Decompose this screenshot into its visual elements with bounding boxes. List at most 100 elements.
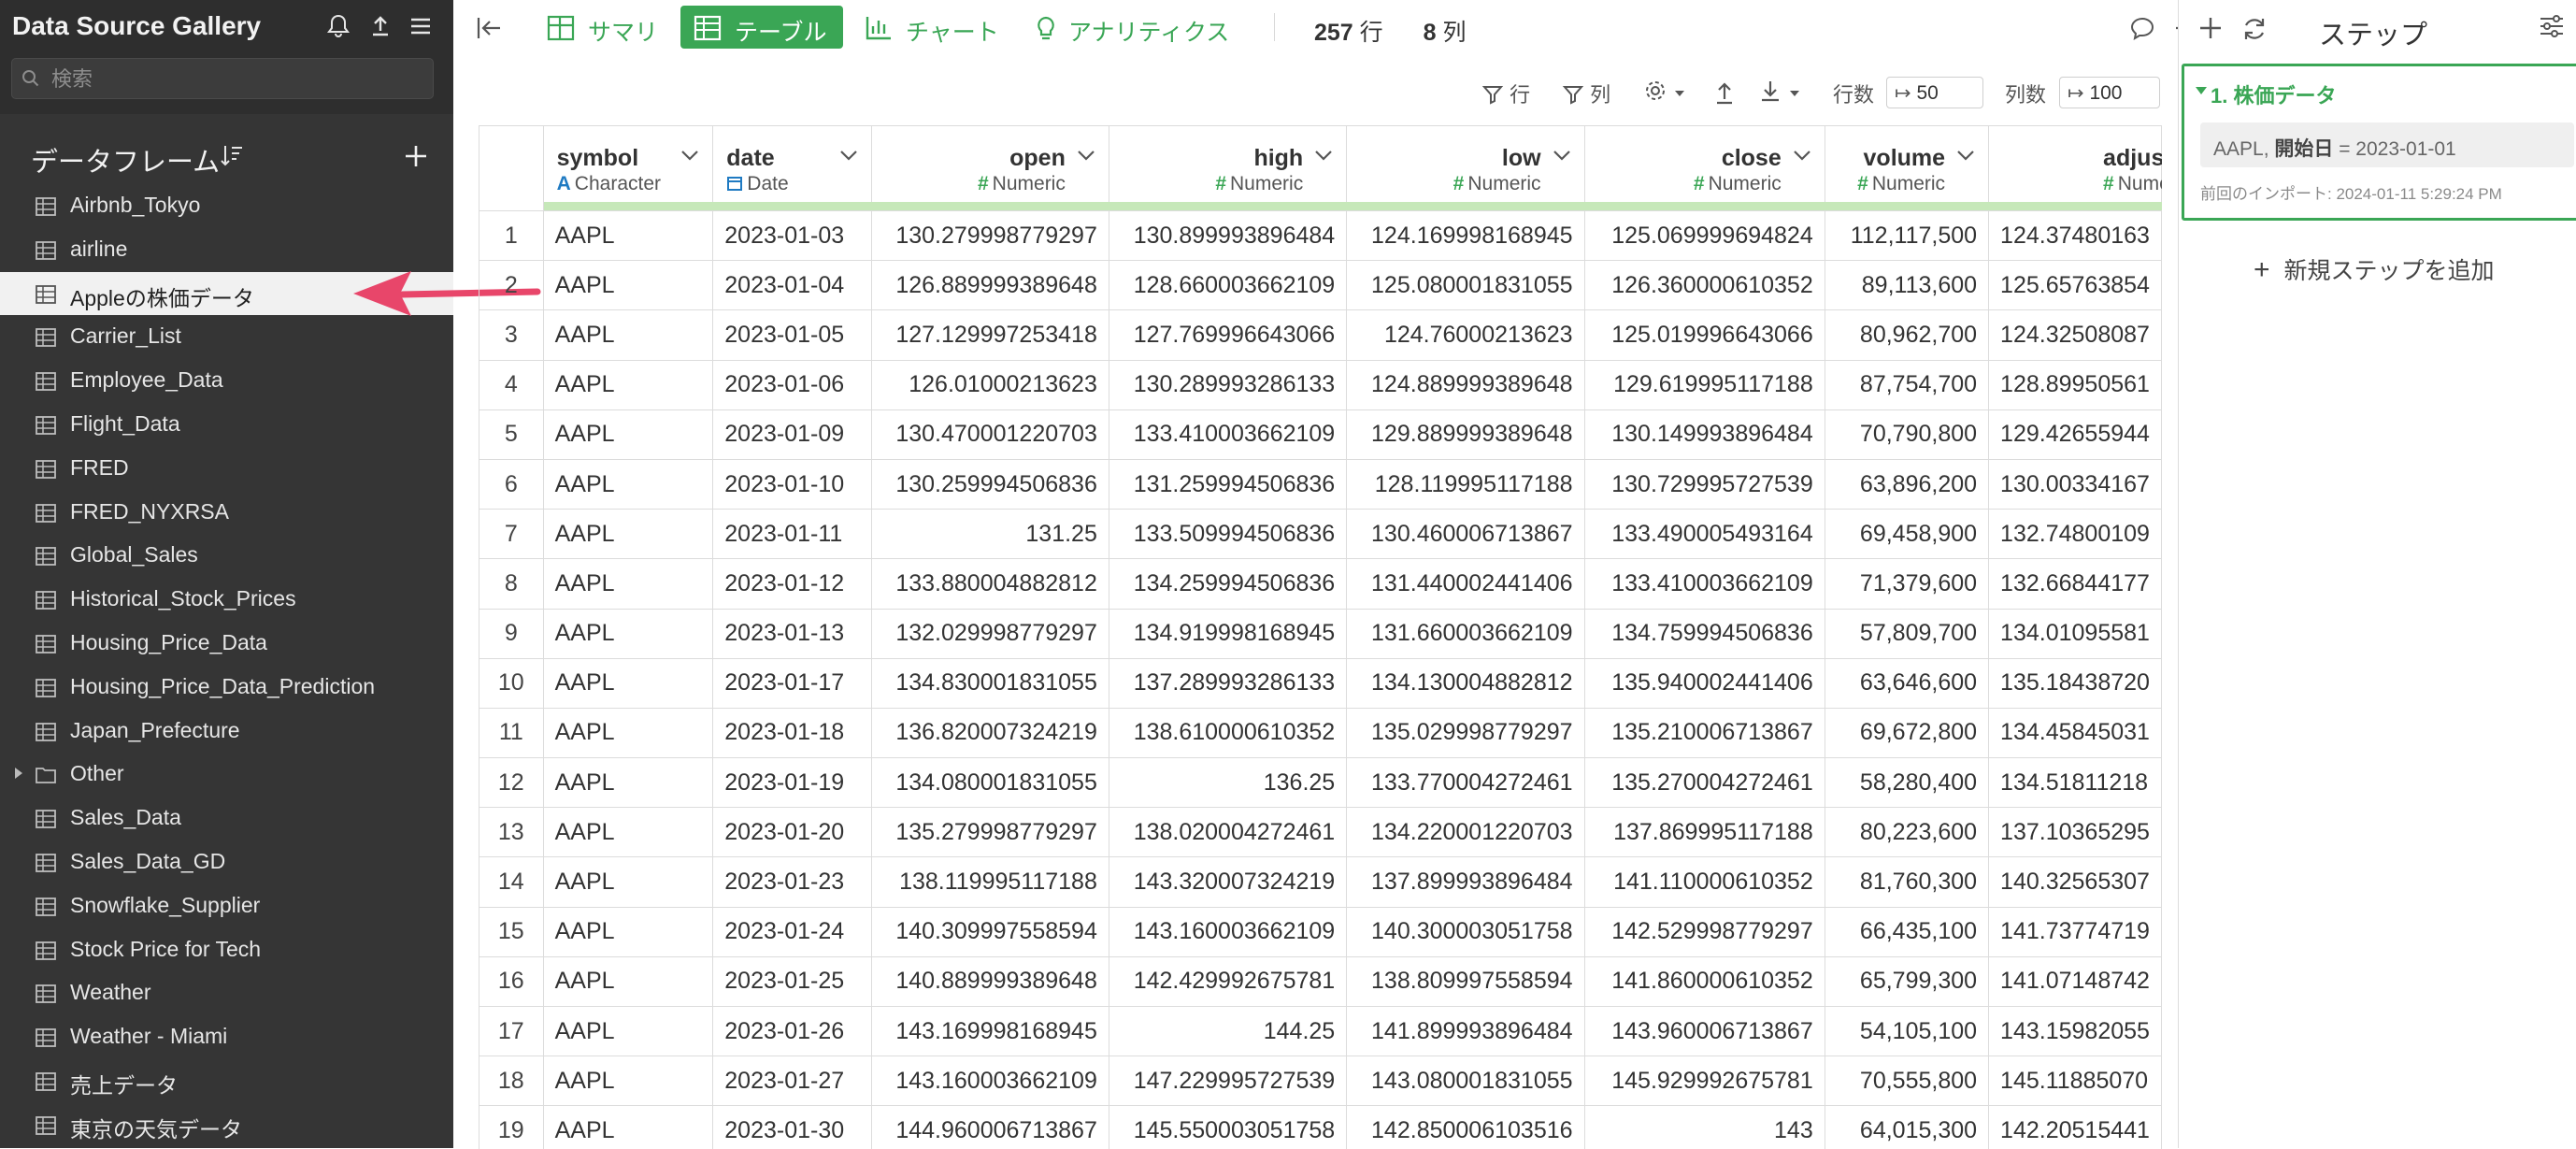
settings-button[interactable]: [1643, 79, 1686, 104]
table-row[interactable]: 12 AAPL 2023-01-19 134.080001831055 136.25 13…: [479, 757, 2162, 809]
table-cell[interactable]: 137.899993896484: [1346, 856, 1585, 908]
refresh-icon[interactable]: [2240, 15, 2268, 43]
table-cell[interactable]: 129.889999389648: [1346, 409, 1585, 460]
add-step-button[interactable]: + 新規ステップを追加: [2254, 252, 2495, 286]
table-cell[interactable]: 134.220001220703: [1346, 807, 1585, 858]
table-cell[interactable]: 134.259994506836: [1109, 558, 1348, 610]
table-cell[interactable]: 131.259994506836: [1109, 459, 1348, 510]
table-cell[interactable]: 2023-01-10: [712, 459, 872, 510]
collapse-caret-icon[interactable]: [2196, 87, 2207, 94]
table-cell[interactable]: AAPL: [543, 260, 714, 311]
table-cell[interactable]: 135.18438720: [1988, 658, 2162, 709]
table-cell[interactable]: 142.529998779297: [1584, 907, 1825, 957]
table-row[interactable]: 2 AAPL 2023-01-04 126.889999389648 128.66000…: [479, 260, 2162, 311]
table-cell[interactable]: 141.07148742: [1988, 956, 2162, 1008]
comment-icon[interactable]: [2129, 15, 2155, 41]
table-cell[interactable]: 2023-01-18: [712, 708, 872, 759]
table-cell[interactable]: 2023-01-13: [712, 609, 872, 659]
table-cell[interactable]: 141.899993896484: [1346, 1006, 1585, 1057]
sidebar-item[interactable]: 売上データ: [0, 1059, 453, 1103]
table-cell[interactable]: 143.160003662109: [1109, 907, 1348, 957]
table-cell[interactable]: 128.119995117188: [1346, 459, 1585, 510]
column-header[interactable]: low # Numeric: [1346, 126, 1585, 211]
row-filter-button[interactable]: 行: [1481, 79, 1530, 108]
table-cell[interactable]: 147.229995727539: [1109, 1056, 1348, 1107]
table-cell[interactable]: 2023-01-09: [712, 409, 872, 460]
sidebar-item[interactable]: Employee_Data: [0, 359, 453, 403]
sidebar-item[interactable]: 東京の天気データ: [0, 1103, 453, 1147]
sort-icon[interactable]: [219, 142, 245, 168]
table-cell[interactable]: 57,809,700: [1825, 609, 1990, 659]
sidebar-item[interactable]: FRED: [0, 447, 453, 491]
table-cell[interactable]: 133.880004882812: [871, 558, 1109, 610]
table-cell[interactable]: 128.660003662109: [1109, 260, 1348, 311]
rows-limit-input[interactable]: ↦ 50: [1886, 77, 1983, 108]
table-cell[interactable]: 130.899993896484: [1109, 210, 1348, 262]
tab-table[interactable]: テーブル: [680, 6, 843, 49]
table-cell[interactable]: 140.309997558594: [871, 907, 1109, 957]
table-cell[interactable]: 2023-01-23: [712, 856, 872, 908]
column-header[interactable]: high # Numeric: [1109, 126, 1348, 211]
table-cell[interactable]: 65,799,300: [1825, 956, 1990, 1008]
table-cell[interactable]: 130.289993286133: [1109, 360, 1348, 410]
table-cell[interactable]: 2023-01-11: [712, 509, 872, 560]
table-cell[interactable]: 132.66844177: [1988, 558, 2162, 610]
sidebar-item[interactable]: Weather: [0, 971, 453, 1015]
table-cell[interactable]: AAPL: [543, 609, 714, 659]
table-cell[interactable]: AAPL: [543, 1105, 714, 1149]
table-cell[interactable]: AAPL: [543, 658, 714, 709]
table-cell[interactable]: 126.01000213623: [871, 360, 1109, 410]
table-row[interactable]: 10 AAPL 2023-01-17 134.830001831055 137.2899…: [479, 658, 2162, 709]
chevron-down-icon[interactable]: [1956, 149, 1975, 162]
sidebar-item[interactable]: Japan_Prefecture: [0, 710, 453, 754]
table-cell[interactable]: 112,117,500: [1825, 210, 1990, 262]
table-cell[interactable]: 135.270004272461: [1584, 757, 1825, 809]
table-cell[interactable]: 58,280,400: [1825, 757, 1990, 809]
table-cell[interactable]: 124.32508087: [1988, 309, 2162, 361]
collapse-sidebar-icon[interactable]: [476, 15, 504, 41]
step-detail[interactable]: AAPL, 開始日 = 2023-01-01: [2200, 122, 2574, 167]
menu-icon[interactable]: [407, 12, 435, 40]
chevron-down-icon[interactable]: [680, 149, 699, 162]
table-cell[interactable]: 140.32565307: [1988, 856, 2162, 908]
table-cell[interactable]: 2023-01-17: [712, 658, 872, 709]
table-cell[interactable]: 126.360000610352: [1584, 260, 1825, 311]
table-row[interactable]: 17 AAPL 2023-01-26 143.169998168945 144.25 14…: [479, 1006, 2162, 1057]
table-cell[interactable]: AAPL: [543, 509, 714, 560]
table-cell[interactable]: 133.410003662109: [1584, 558, 1825, 610]
sidebar-item[interactable]: Weather - Miami: [0, 1015, 453, 1059]
table-cell[interactable]: AAPL: [543, 1006, 714, 1057]
table-row[interactable]: 8 AAPL 2023-01-12 133.880004882812 134.25999…: [479, 558, 2162, 610]
table-cell[interactable]: 124.37480163: [1988, 210, 2162, 262]
table-cell[interactable]: 124.76000213623: [1346, 309, 1585, 361]
table-cell[interactable]: 142.850006103516: [1346, 1105, 1585, 1149]
sidebar-item[interactable]: Housing_Price_Data_Prediction: [0, 666, 453, 710]
sidebar-item[interactable]: Airbnb_Tokyo: [0, 184, 453, 228]
table-cell[interactable]: 145.550003051758: [1109, 1105, 1348, 1149]
column-header[interactable]: date Date: [712, 126, 872, 211]
sidebar-item[interactable]: Historical_Stock_Prices: [0, 578, 453, 622]
table-cell[interactable]: 125.65763854: [1988, 260, 2162, 311]
table-cell[interactable]: 143.080001831055: [1346, 1056, 1585, 1107]
table-cell[interactable]: 130.259994506836: [871, 459, 1109, 510]
table-cell[interactable]: 145.11885070: [1988, 1056, 2162, 1107]
table-cell[interactable]: 63,646,600: [1825, 658, 1990, 709]
table-cell[interactable]: 134.080001831055: [871, 757, 1109, 809]
table-cell[interactable]: 135.279998779297: [871, 807, 1109, 858]
table-row[interactable]: 13 AAPL 2023-01-20 135.279998779297 138.0200…: [479, 807, 2162, 858]
upload-icon[interactable]: [366, 12, 394, 40]
table-cell[interactable]: AAPL: [543, 1056, 714, 1107]
column-filter-button[interactable]: 列: [1562, 79, 1610, 108]
table-cell[interactable]: AAPL: [543, 856, 714, 908]
table-cell[interactable]: 137.10365295: [1988, 807, 2162, 858]
table-cell[interactable]: 134.919998168945: [1109, 609, 1348, 659]
table-cell[interactable]: 70,555,800: [1825, 1056, 1990, 1107]
cols-limit-input[interactable]: ↦ 100: [2059, 77, 2160, 108]
table-cell[interactable]: 134.01095581: [1988, 609, 2162, 659]
table-cell[interactable]: 130.00334167: [1988, 459, 2162, 510]
chevron-down-icon[interactable]: [1793, 149, 1811, 162]
table-cell[interactable]: 135.940002441406: [1584, 658, 1825, 709]
table-row[interactable]: 18 AAPL 2023-01-27 143.160003662109 147.2299…: [479, 1056, 2162, 1107]
table-cell[interactable]: 127.769996643066: [1109, 309, 1348, 361]
table-cell[interactable]: 140.300003051758: [1346, 907, 1585, 957]
